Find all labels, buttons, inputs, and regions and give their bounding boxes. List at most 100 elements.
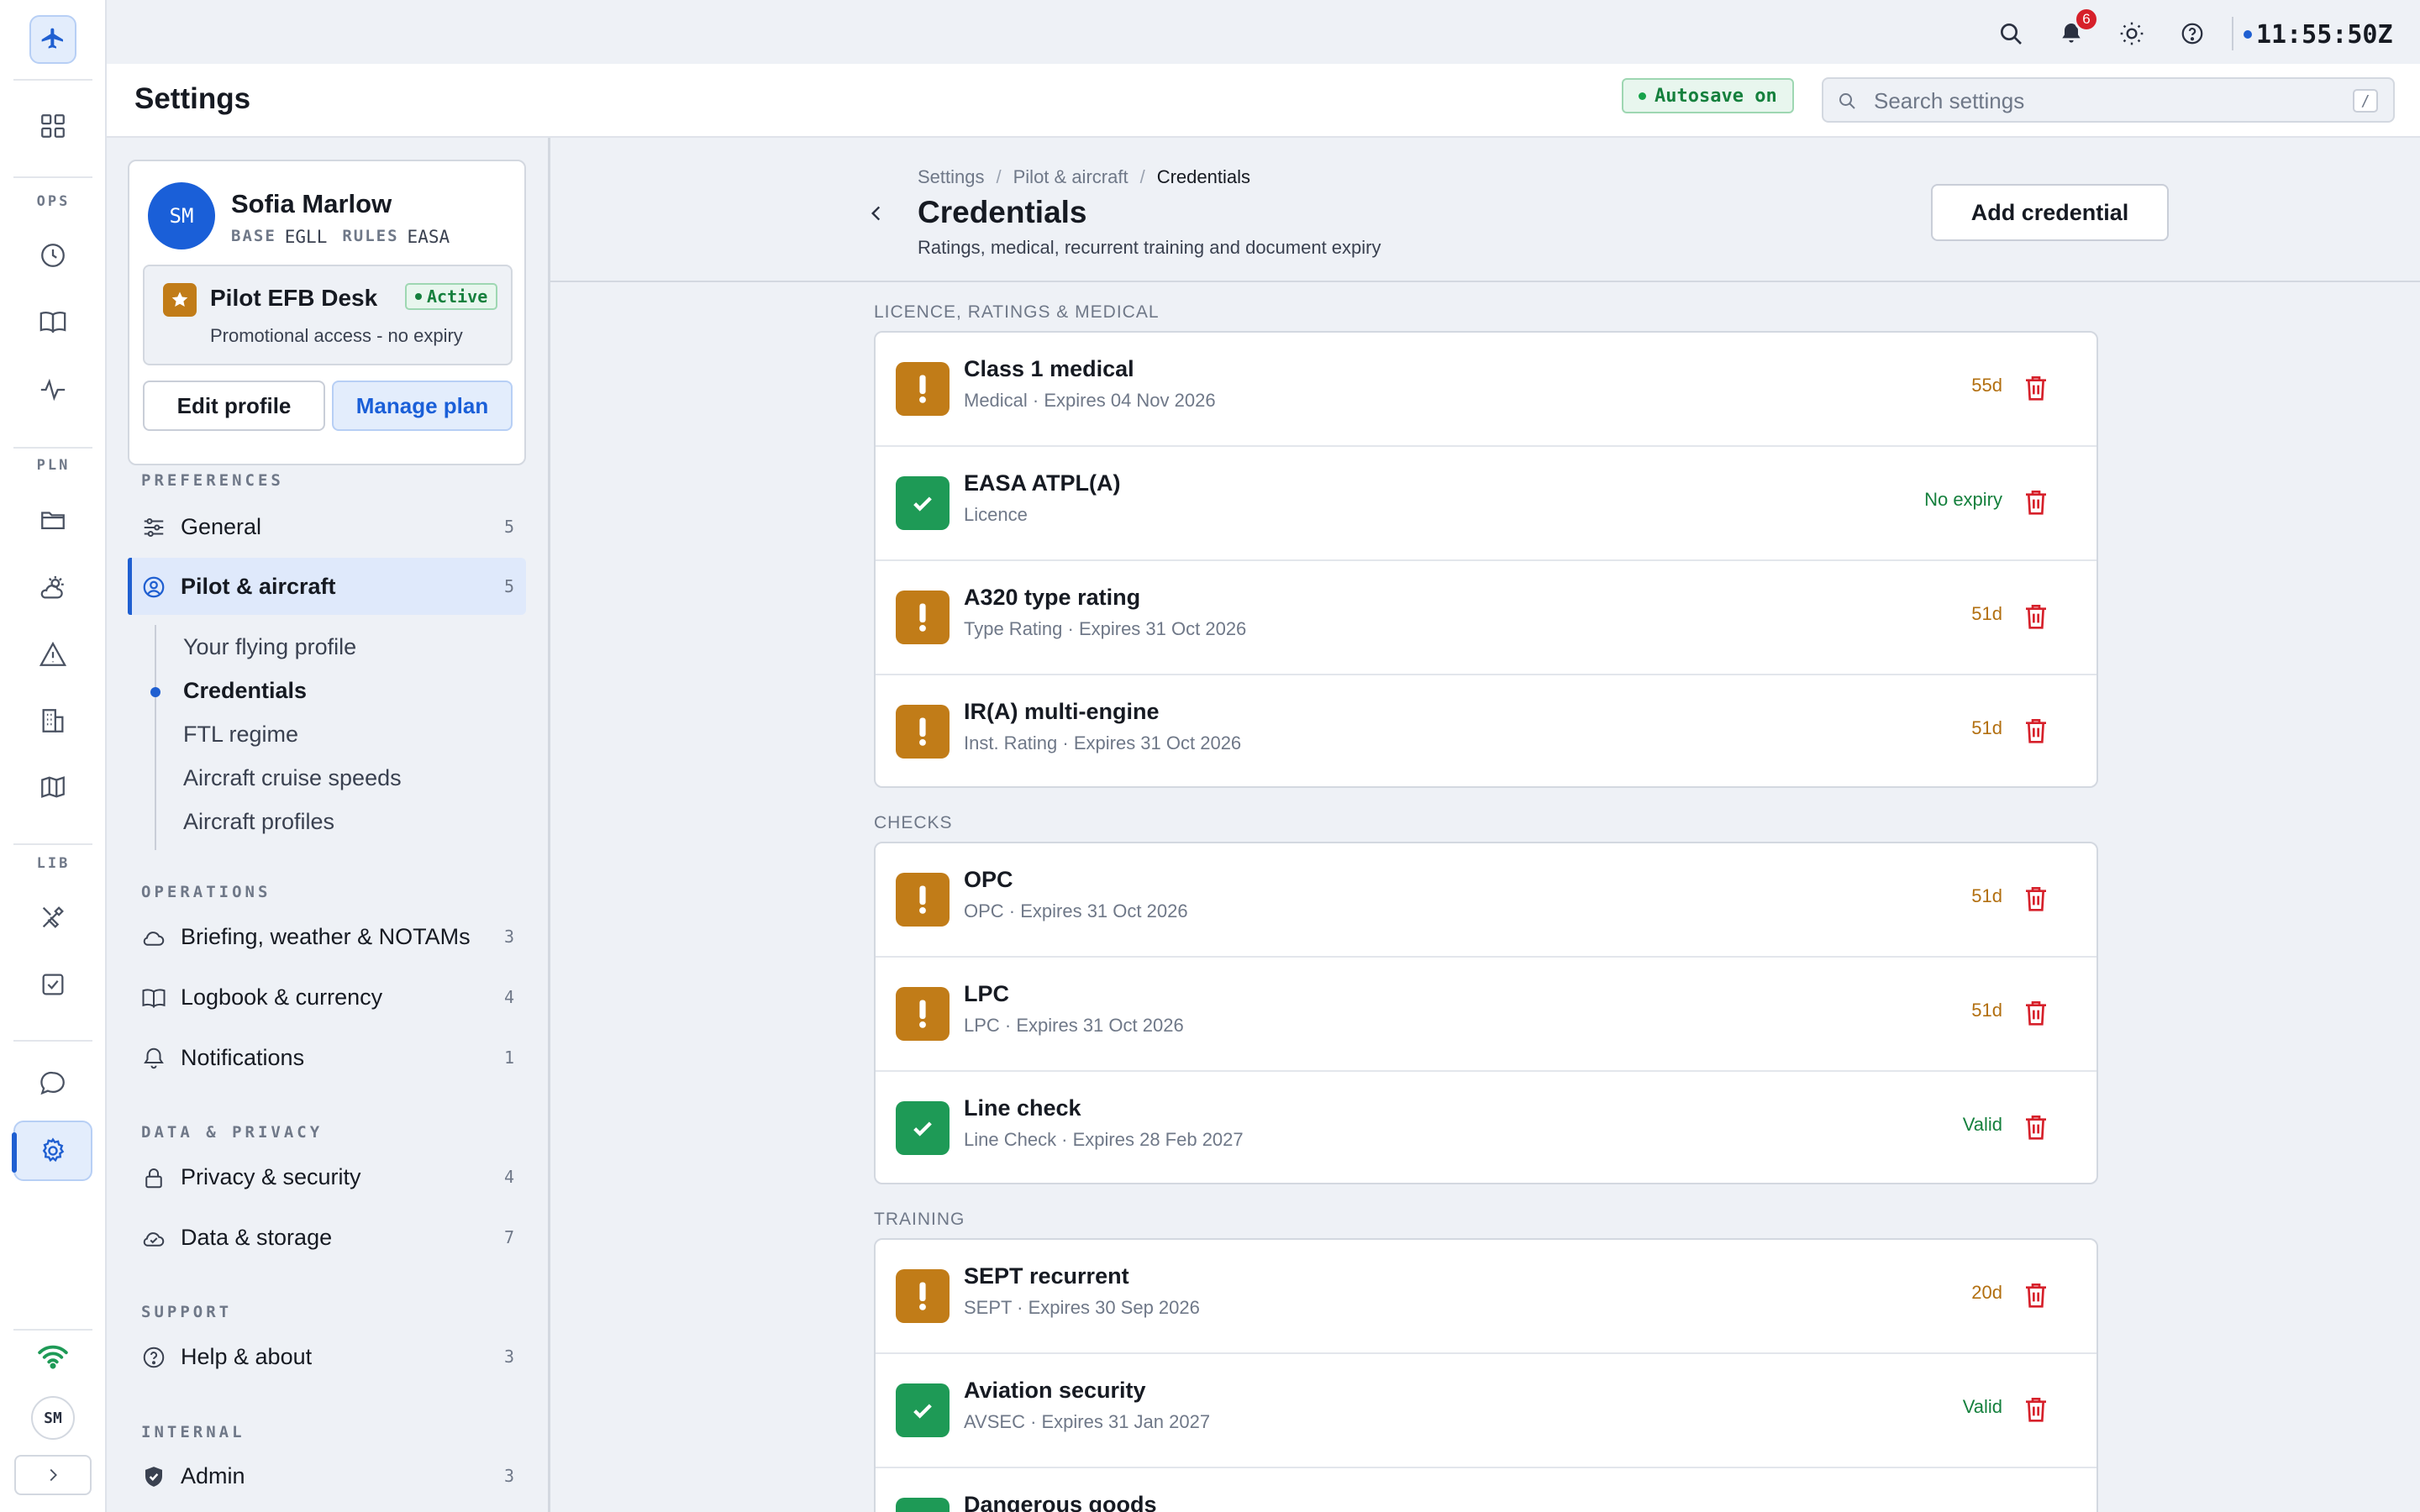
delete-credential-button[interactable] bbox=[2021, 1507, 2051, 1512]
rail-duty-button[interactable] bbox=[13, 225, 92, 286]
edit-profile-button[interactable]: Edit profile bbox=[143, 381, 325, 431]
panel-title: Credentials bbox=[918, 195, 1087, 229]
help-button[interactable] bbox=[2177, 18, 2207, 49]
grid-icon bbox=[41, 114, 65, 138]
nav-item-logbook[interactable]: Logbook & currency 4 bbox=[128, 969, 526, 1026]
nav-item-label: Privacy & security bbox=[181, 1163, 361, 1189]
building-icon bbox=[42, 709, 64, 732]
nav-item-count: 5 bbox=[503, 576, 514, 596]
subnav-cruise-speeds[interactable]: Aircraft cruise speeds bbox=[183, 765, 402, 791]
search-shortcut-hint: / bbox=[2353, 89, 2378, 113]
trash-icon bbox=[2026, 887, 2046, 911]
breadcrumb-settings[interactable]: Settings bbox=[918, 166, 985, 188]
section-title-internal: INTERNAL bbox=[141, 1423, 245, 1441]
rail-files-button[interactable] bbox=[13, 490, 92, 550]
global-search-button[interactable] bbox=[1996, 18, 2026, 49]
nav-item-data-storage[interactable]: Data & storage 7 bbox=[128, 1209, 526, 1266]
rail-alerts-button[interactable] bbox=[13, 624, 92, 685]
subnav-flying-profile[interactable]: Your flying profile bbox=[183, 634, 356, 660]
app-logo[interactable] bbox=[29, 15, 76, 64]
nav-item-count: 7 bbox=[503, 1227, 514, 1247]
warning-icon bbox=[39, 641, 67, 666]
credential-group-card: OPC OPC · Expires 31 Oct 2026 51d LPC LPC · … bbox=[874, 842, 2098, 1184]
clock-status-dot bbox=[2244, 30, 2252, 39]
credential-row[interactable]: OPC OPC · Expires 31 Oct 2026 51d bbox=[876, 843, 2096, 958]
credential-meta: Licence bbox=[964, 504, 1028, 525]
nav-item-label: General bbox=[181, 513, 262, 539]
delete-credential-button[interactable] bbox=[2021, 714, 2051, 748]
notification-count-badge: 6 bbox=[2074, 7, 2099, 32]
nav-item-admin[interactable]: Admin 3 bbox=[128, 1447, 526, 1504]
nav-item-general[interactable]: General 5 bbox=[128, 498, 526, 555]
credential-name: OPC bbox=[964, 867, 1013, 892]
autosave-badge: Autosave on bbox=[1622, 78, 1794, 113]
panel-header: Settings / Pilot & aircraft / Credential… bbox=[550, 138, 2420, 282]
rail-maps-button[interactable] bbox=[13, 757, 92, 817]
book-icon bbox=[39, 312, 66, 333]
settings-search[interactable]: / bbox=[1822, 77, 2395, 123]
rail-settings-button[interactable] bbox=[12, 1121, 92, 1181]
credential-row[interactable]: IR(A) multi-engine Inst. Rating · Expires… bbox=[876, 675, 2096, 786]
cloud-check-icon bbox=[143, 1232, 165, 1247]
rail-logbook-button[interactable] bbox=[13, 291, 92, 352]
chevron-right-icon bbox=[50, 1468, 57, 1482]
nav-item-help[interactable]: Help & about 3 bbox=[128, 1328, 526, 1385]
nav-item-privacy[interactable]: Privacy & security 4 bbox=[128, 1148, 526, 1205]
subnav-line bbox=[155, 625, 156, 850]
expand-rail-button[interactable] bbox=[14, 1455, 92, 1495]
add-credential-button[interactable]: Add credential bbox=[1931, 184, 2169, 241]
subnav-aircraft-profiles[interactable]: Aircraft profiles bbox=[183, 809, 334, 835]
rail-divider bbox=[13, 1329, 92, 1331]
rail-dashboard-button[interactable] bbox=[13, 96, 92, 156]
nav-item-count: 4 bbox=[503, 987, 514, 1007]
plan-status-label: Active bbox=[427, 286, 488, 307]
delete-credential-button[interactable] bbox=[2021, 996, 2051, 1030]
rail-airports-button[interactable] bbox=[13, 690, 92, 751]
search-icon bbox=[2001, 24, 2022, 45]
rail-health-button[interactable] bbox=[13, 360, 92, 420]
credential-meta: Inst. Rating · Expires 31 Oct 2026 bbox=[964, 732, 1242, 753]
subnav-ftl-regime[interactable]: FTL regime bbox=[183, 722, 298, 748]
nav-item-briefing[interactable]: Briefing, weather & NOTAMs 3 bbox=[128, 908, 526, 965]
nav-item-notifications[interactable]: Notifications 1 bbox=[128, 1029, 526, 1086]
delete-credential-button[interactable] bbox=[2021, 882, 2051, 916]
rail-checklist-button[interactable] bbox=[13, 954, 92, 1015]
credential-row[interactable]: Dangerous goodsValid bbox=[876, 1468, 2096, 1512]
rail-chat-button[interactable] bbox=[13, 1053, 92, 1114]
credential-meta: SEPT · Expires 30 Sep 2026 bbox=[964, 1297, 1200, 1318]
breadcrumb-pilot-aircraft[interactable]: Pilot & aircraft bbox=[1013, 166, 1128, 188]
delete-credential-button[interactable] bbox=[2021, 1278, 2051, 1312]
credential-row[interactable]: LPC LPC · Expires 31 Oct 2026 51d bbox=[876, 958, 2096, 1072]
subnav-credentials[interactable]: Credentials bbox=[183, 678, 307, 704]
credential-row[interactable]: Line check Line Check · Expires 28 Feb 20… bbox=[876, 1072, 2096, 1183]
theme-toggle-button[interactable] bbox=[2117, 18, 2147, 49]
delete-credential-button[interactable] bbox=[2021, 1393, 2051, 1426]
credential-row[interactable]: Class 1 medical Medical · Expires 04 Nov … bbox=[876, 333, 2096, 447]
rail-weather-button[interactable] bbox=[13, 558, 92, 618]
credential-row[interactable]: SEPT recurrent SEPT · Expires 30 Sep 2026… bbox=[876, 1240, 2096, 1354]
gear-icon bbox=[42, 1137, 65, 1163]
group-title: TRAINING bbox=[874, 1210, 965, 1229]
trash-icon bbox=[2026, 1116, 2046, 1140]
credential-row[interactable]: A320 type rating Type Rating · Expires 31… bbox=[876, 561, 2096, 675]
credential-meta: Medical · Expires 04 Nov 2026 bbox=[964, 390, 1216, 411]
manage-plan-button[interactable]: Manage plan bbox=[332, 381, 513, 431]
delete-credential-button[interactable] bbox=[2021, 371, 2051, 405]
delete-credential-button[interactable] bbox=[2021, 600, 2051, 633]
back-button[interactable] bbox=[860, 197, 893, 230]
credential-row[interactable]: Aviation security AVSEC · Expires 31 Jan … bbox=[876, 1354, 2096, 1468]
delete-credential-button[interactable] bbox=[2021, 1110, 2051, 1144]
nav-item-pilot-aircraft[interactable]: Pilot & aircraft 5 bbox=[128, 558, 526, 615]
credential-status: 51d bbox=[1971, 885, 2002, 906]
rail-tools-button[interactable] bbox=[13, 887, 92, 948]
trash-icon bbox=[2026, 376, 2046, 401]
delete-credential-button[interactable] bbox=[2021, 486, 2051, 519]
credential-group-card: Class 1 medical Medical · Expires 04 Nov … bbox=[874, 331, 2098, 788]
credential-row[interactable]: EASA ATPL(A) Licence No expiry bbox=[876, 447, 2096, 561]
user-avatar[interactable]: SM bbox=[31, 1396, 75, 1440]
nav-item-label: Briefing, weather & NOTAMs bbox=[181, 923, 471, 949]
cloud-icon bbox=[143, 932, 165, 946]
section-title-operations: OPERATIONS bbox=[141, 883, 271, 901]
autosave-label: Autosave on bbox=[1655, 85, 1777, 107]
search-input[interactable] bbox=[1872, 86, 2346, 116]
